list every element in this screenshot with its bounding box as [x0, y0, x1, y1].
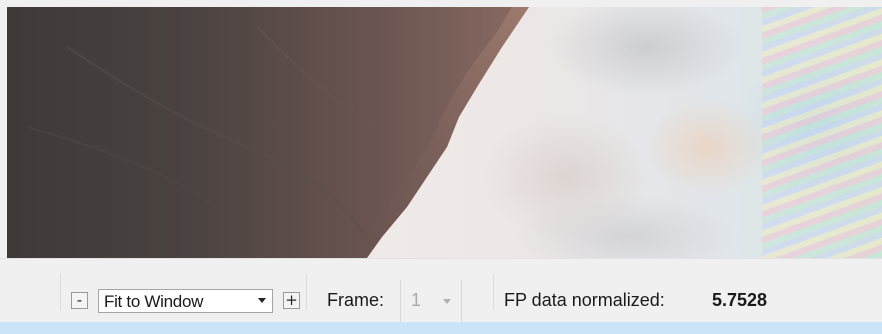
displayed-image: [7, 7, 882, 258]
toolbar-separator: [493, 273, 494, 311]
image-viewport[interactable]: [0, 0, 882, 258]
frame-select[interactable]: 1: [400, 280, 462, 322]
zoom-mode-value: Fit to Window: [104, 292, 204, 311]
mountain-silhouette: [7, 7, 529, 258]
fp-normalized-label: FP data normalized:: [504, 290, 665, 310]
frame-label: Frame:: [327, 290, 385, 310]
zoom-out-button[interactable]: -: [71, 292, 88, 309]
fp-normalized-value: 5.7528: [712, 290, 768, 310]
chevron-down-icon: [443, 299, 451, 304]
zoom-in-button[interactable]: +: [283, 292, 300, 309]
chevron-down-icon: [258, 298, 266, 303]
toolbar-separator: [60, 273, 61, 311]
status-bar: [0, 322, 882, 334]
zoom-mode-select[interactable]: Fit to Window: [98, 289, 273, 313]
toolbar-separator: [306, 273, 307, 311]
frame-value: 1: [411, 290, 422, 310]
